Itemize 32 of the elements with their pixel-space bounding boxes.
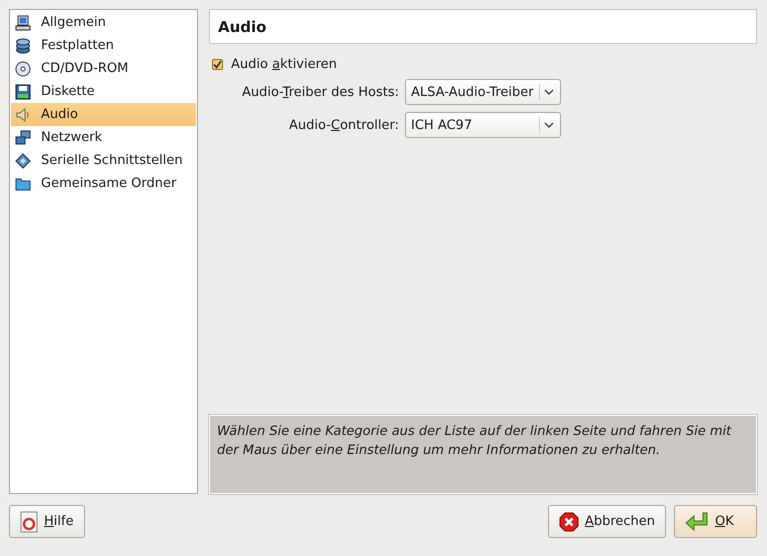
floppy-icon: [15, 84, 31, 100]
category-item[interactable]: Gemeinsame Ordner: [11, 172, 196, 195]
category-item[interactable]: Festplatten: [11, 34, 196, 57]
enter-arrow-icon: [685, 512, 709, 532]
category-item[interactable]: Audio: [11, 103, 196, 126]
cancel-button[interactable]: Abbrechen: [548, 505, 666, 538]
field-label: Audio-Treiber des Hosts:: [240, 84, 399, 100]
audio-checkbox[interactable]: [212, 59, 223, 70]
connector-icon: [15, 152, 31, 168]
checkbox-label: Audio aktivieren: [231, 57, 337, 72]
field-label: Audio-Controller:: [288, 118, 399, 132]
cancel-icon: [558, 512, 579, 532]
chevron-down-icon: [544, 89, 554, 95]
category-item[interactable]: Diskette: [11, 80, 196, 103]
ok-button[interactable]: OK: [674, 505, 757, 538]
category-item[interactable]: Serielle Schnittstellen: [11, 149, 196, 172]
category-item[interactable]: CD/DVD-ROM: [11, 57, 196, 80]
chevron-down-icon: [544, 122, 554, 128]
computer-icon: [15, 14, 31, 30]
dropdown[interactable]: ALSA-Audio-Treiber: [405, 79, 561, 105]
info-text: Wählen Sie eine Kategorie aus der Liste auf der linken Seite und fahren Sie mit der Maus über eine Einstellung um mehr Informationen zu erhalten.: [209, 415, 757, 494]
folder-icon: [15, 176, 31, 192]
category-item[interactable]: Netzwerk: [11, 126, 196, 149]
network-icon: [15, 130, 31, 146]
lifebuoy-icon: [20, 510, 38, 532]
page-title: Audio: [209, 9, 757, 44]
disk-stack-icon: [15, 38, 31, 54]
disc-icon: [15, 60, 31, 76]
category-item[interactable]: Allgemein: [11, 11, 196, 34]
speaker-icon: [15, 106, 31, 122]
dropdown[interactable]: ICH AC97: [405, 112, 561, 138]
help-button[interactable]: Hilfe: [9, 505, 85, 538]
